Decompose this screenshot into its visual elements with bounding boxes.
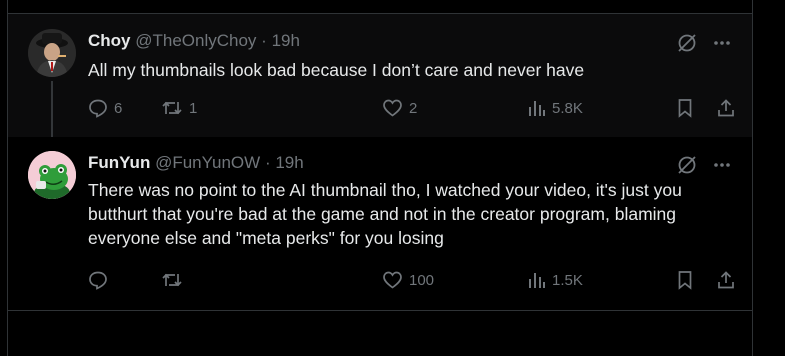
thread-line [51,81,53,137]
views-count: 5.8K [552,99,583,117]
tweet-top-actions [676,154,732,176]
tweet-header: Choy @TheOnlyChoy · 19h [88,31,732,51]
heart-icon [382,98,403,118]
user-handle[interactable]: @FunYunOW [155,153,260,172]
like-count: 2 [409,99,418,117]
tweet-text: There was no point to the AI thumbnail t… [88,180,682,248]
separator: · [261,31,267,50]
tweet-actions: 100 1.5K [88,270,738,292]
retweet-icon [161,98,183,118]
grok-icon[interactable] [676,32,698,54]
user-handle[interactable]: @TheOnlyChoy [135,31,256,50]
tweet-top-actions [676,32,732,54]
views-icon [528,270,546,290]
display-name[interactable]: FunYun [88,153,150,172]
avatar[interactable] [28,29,76,77]
like-button[interactable]: 2 [382,98,417,118]
bookmark-icon [676,270,694,290]
views-icon [528,98,546,118]
retweet-icon [161,270,183,290]
views-button[interactable]: 1.5K [528,270,583,290]
avatar[interactable] [28,151,76,199]
more-icon[interactable] [712,33,732,53]
heart-icon [382,270,403,290]
views-button[interactable]: 5.8K [528,98,583,118]
tweet[interactable]: FunYun @FunYunOW · 19h There was no poin… [8,137,752,310]
share-button[interactable] [716,98,736,118]
bookmark-button[interactable] [676,98,694,118]
share-button[interactable] [716,270,736,290]
grok-icon[interactable] [676,154,698,176]
tweet-header: FunYun @FunYunOW · 19h [88,153,732,173]
reply-button[interactable]: 6 [88,98,122,118]
share-icon [716,98,736,118]
tweet[interactable]: Choy @TheOnlyChoy · 19h All my thumbnail… [8,14,752,137]
like-count: 100 [409,271,435,289]
tweet-actions: 6 1 2 5.8K [88,98,738,120]
retweet-count: 1 [189,99,198,117]
separator: · [264,153,271,172]
reply-icon [88,98,108,118]
timestamp[interactable]: 19h [275,153,303,172]
reply-count: 6 [114,99,123,117]
more-icon[interactable] [712,155,732,175]
timestamp[interactable]: 19h [272,31,300,50]
bookmark-icon [676,98,694,118]
reply-button[interactable] [88,270,114,290]
tweet-text: All my thumbnails look bad because I don… [88,60,585,80]
display-name[interactable]: Choy [88,31,131,50]
bookmark-button[interactable] [676,270,694,290]
share-icon [716,270,736,290]
reply-icon [88,270,108,290]
like-button[interactable]: 100 [382,270,434,290]
retweet-button[interactable]: 1 [161,98,197,118]
retweet-button[interactable] [161,270,189,290]
views-count: 1.5K [552,271,583,289]
divider [8,310,752,311]
timeline-column: Choy @TheOnlyChoy · 19h All my thumbnail… [7,0,753,356]
